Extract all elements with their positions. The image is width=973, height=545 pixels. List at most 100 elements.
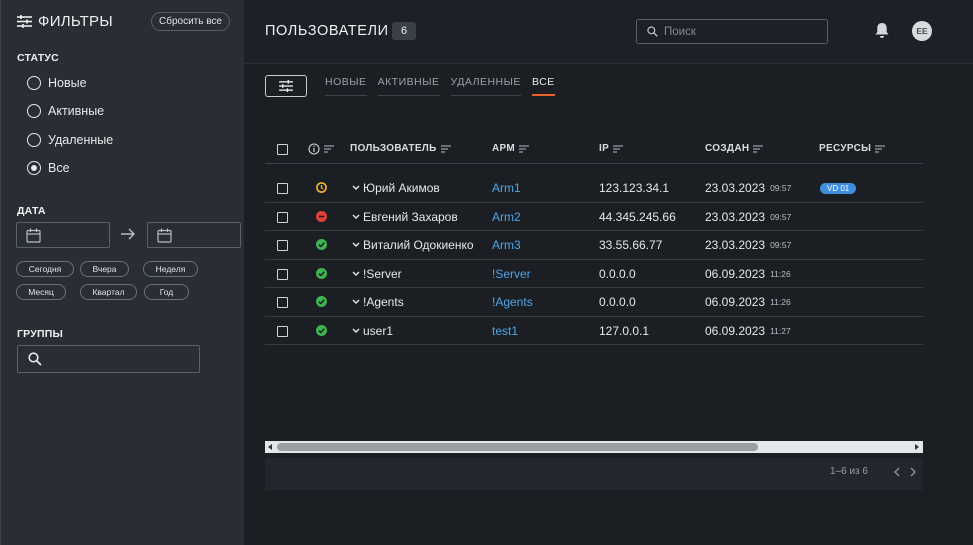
- arm-link[interactable]: !Server: [492, 267, 531, 281]
- status-column-header[interactable]: [308, 143, 334, 155]
- date-preset-quarter[interactable]: Квартал: [80, 284, 137, 300]
- arm-link[interactable]: Arm2: [492, 210, 521, 224]
- calendar-icon[interactable]: [26, 228, 41, 243]
- user-cell[interactable]: Виталий Одокиенко: [352, 238, 474, 252]
- date-preset-yesterday[interactable]: Вчера: [80, 261, 129, 277]
- select-all-checkbox[interactable]: [277, 144, 288, 155]
- tab-active[interactable]: АКТИВНЫЕ: [377, 76, 440, 96]
- calendar-icon[interactable]: [157, 228, 172, 243]
- radio-label: Удаленные: [48, 133, 114, 147]
- row-checkbox[interactable]: [277, 325, 288, 337]
- row-checkbox[interactable]: [277, 183, 288, 194]
- created-date: 23.03.2023: [705, 181, 766, 195]
- table-row[interactable]: Евгений Захаров Arm2 44.345.245.66 23.03…: [265, 203, 923, 231]
- pagination-bar: [265, 458, 923, 490]
- scrollbar-thumb[interactable]: [277, 443, 758, 451]
- created-cell: 23.03.2023 09:57: [705, 210, 791, 224]
- date-preset-month[interactable]: Месяц: [16, 284, 66, 300]
- radio-button[interactable]: [27, 104, 41, 118]
- chevron-down-icon[interactable]: [352, 242, 360, 248]
- scroll-left-icon[interactable]: [268, 444, 273, 450]
- row-checkbox[interactable]: [277, 297, 288, 308]
- filters-sidebar: ФИЛЬТРЫ Сбросить все СТАТУС Новые Активн…: [0, 0, 244, 545]
- date-preset-year[interactable]: Год: [144, 284, 189, 300]
- table-row[interactable]: !Server !Server 0.0.0.0 06.09.2023 11:26: [265, 260, 923, 288]
- reset-all-button[interactable]: Сбросить все: [151, 12, 230, 31]
- user-column-header[interactable]: ПОЛЬЗОВАТЕЛЬ: [350, 143, 451, 154]
- header-divider: [244, 63, 973, 64]
- radio-button[interactable]: [27, 133, 41, 147]
- created-cell: 06.09.2023 11:26: [705, 295, 791, 309]
- status-radio-all[interactable]: Все: [27, 161, 70, 175]
- next-page-icon[interactable]: [910, 467, 917, 477]
- sort-icon[interactable]: [324, 145, 334, 153]
- user-name: Евгений Захаров: [363, 209, 458, 224]
- tab-all[interactable]: ВСЕ: [531, 76, 555, 96]
- table-row[interactable]: user1 test1 127.0.0.1 06.09.2023 11:27: [265, 317, 923, 345]
- avatar[interactable]: EE: [912, 21, 932, 41]
- search-icon: [647, 26, 658, 37]
- user-cell[interactable]: Евгений Захаров: [352, 210, 458, 224]
- arm-column-header[interactable]: АРМ: [492, 143, 529, 154]
- row-checkbox[interactable]: [277, 268, 288, 280]
- scroll-right-icon[interactable]: [915, 444, 920, 450]
- sort-icon[interactable]: [519, 144, 529, 153]
- sort-icon[interactable]: [875, 144, 886, 153]
- arm-link[interactable]: Arm3: [492, 238, 521, 252]
- created-cell: 06.09.2023 11:27: [705, 324, 791, 338]
- filter-sliders-icon: [17, 15, 32, 28]
- ip-column-header[interactable]: IP: [599, 143, 624, 154]
- chevron-down-icon[interactable]: [352, 214, 360, 220]
- sort-icon[interactable]: [440, 144, 451, 153]
- resources-column-header[interactable]: РЕСУРСЫ: [819, 143, 886, 154]
- tab-new[interactable]: НОВЫЕ: [325, 76, 367, 96]
- status-radio-new[interactable]: Новые: [27, 76, 87, 90]
- bell-icon[interactable]: [874, 22, 890, 39]
- created-cell: 23.03.2023 09:57: [705, 238, 791, 252]
- resource-badge[interactable]: VD 01: [820, 183, 857, 194]
- radio-button[interactable]: [27, 76, 41, 90]
- chevron-down-icon[interactable]: [352, 328, 360, 334]
- chevron-down-icon[interactable]: [352, 299, 360, 305]
- prev-page-icon[interactable]: [893, 467, 900, 477]
- row-checkbox[interactable]: [277, 240, 288, 251]
- arm-link[interactable]: !Agents: [492, 295, 533, 309]
- user-cell[interactable]: !Agents: [352, 295, 404, 309]
- status-radio-active[interactable]: Активные: [27, 104, 104, 118]
- search-field[interactable]: [664, 25, 814, 38]
- status-pending-icon: [316, 182, 327, 193]
- ip-cell: 123.123.34.1: [599, 181, 670, 195]
- search-input[interactable]: [636, 19, 828, 44]
- radio-button-selected[interactable]: [27, 161, 41, 175]
- table-row[interactable]: Виталий Одокиенко Arm3 33.55.66.77 23.03…: [265, 231, 923, 260]
- table-row[interactable]: !Agents !Agents 0.0.0.0 06.09.2023 11:26: [265, 288, 923, 317]
- groups-search-input[interactable]: [17, 345, 200, 373]
- user-cell[interactable]: Юрий Акимов: [352, 181, 440, 195]
- arm-link[interactable]: Arm1: [492, 181, 521, 195]
- date-to-field[interactable]: [147, 222, 241, 248]
- status-radio-deleted[interactable]: Удаленные: [27, 133, 113, 147]
- sort-icon[interactable]: [613, 144, 624, 153]
- date-preset-today[interactable]: Сегодня: [16, 261, 74, 277]
- filter-toggle-button[interactable]: [265, 75, 307, 97]
- chevron-down-icon[interactable]: [352, 271, 360, 277]
- arrow-right-icon: [121, 228, 135, 240]
- table-row[interactable]: Юрий Акимов Arm1 123.123.34.1 23.03.2023…: [265, 174, 923, 203]
- user-cell[interactable]: !Server: [352, 267, 402, 281]
- tab-deleted[interactable]: УДАЛЕННЫЕ: [450, 76, 521, 96]
- date-preset-week[interactable]: Неделя: [143, 261, 198, 277]
- created-time: 09:57: [770, 211, 792, 222]
- table-header: ПОЛЬЗОВАТЕЛЬ АРМ IP СОЗДАН РЕСУРСЫ: [265, 135, 923, 164]
- arm-link[interactable]: test1: [492, 324, 518, 338]
- sort-icon[interactable]: [753, 144, 764, 153]
- column-label: РЕСУРСЫ: [819, 143, 872, 154]
- created-date: 06.09.2023: [705, 266, 766, 281]
- status-blocked-icon: [316, 210, 327, 222]
- chevron-down-icon[interactable]: [352, 185, 360, 191]
- date-from-field[interactable]: [16, 222, 110, 248]
- created-column-header[interactable]: СОЗДАН: [705, 143, 764, 154]
- user-cell[interactable]: user1: [352, 324, 393, 338]
- date-section-label: ДАТА: [17, 205, 46, 217]
- row-checkbox[interactable]: [277, 211, 288, 223]
- ip-cell: 127.0.0.1: [599, 323, 650, 338]
